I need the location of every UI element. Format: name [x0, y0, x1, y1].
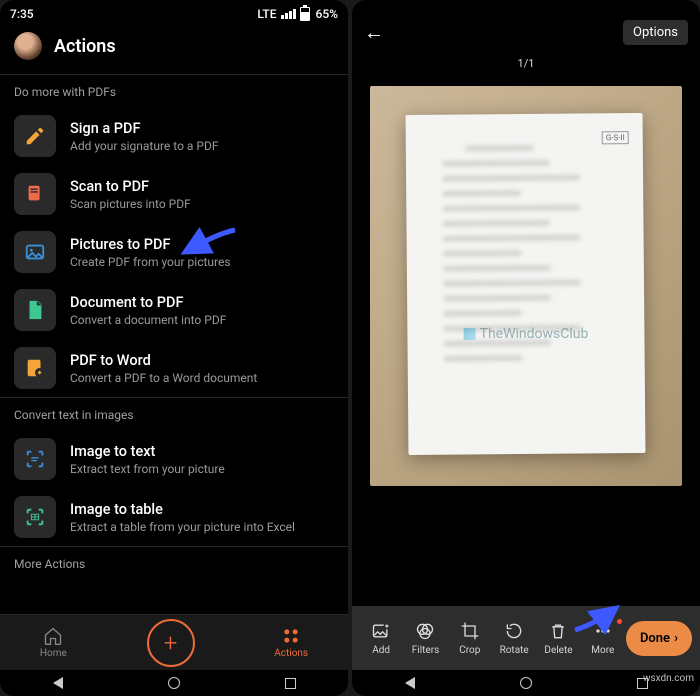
pdfword-icon [14, 347, 56, 389]
row-scan-pdf[interactable]: Scan to PDF Scan pictures into PDF [0, 165, 348, 223]
section-label-convert: Convert text in images [0, 397, 348, 430]
row-title: PDF to Word [70, 352, 257, 369]
tab-actions-label: Actions [274, 648, 308, 659]
tool-label: Delete [544, 645, 572, 656]
nav-recent-icon[interactable] [285, 678, 296, 689]
done-label: Done [640, 631, 670, 646]
imgtbl-icon [14, 496, 56, 538]
battery-icon [300, 7, 310, 21]
right-phone: ← Options 1/1 G-S-II TheWindowsClub Add … [352, 0, 700, 696]
editor-toolbar: Add Filters Crop Rotate Delete More Done… [352, 606, 700, 670]
actions-icon [281, 626, 301, 646]
tool-label: Filters [412, 645, 440, 656]
tool-label: Rotate [500, 645, 529, 656]
tab-actions[interactable]: Actions [274, 626, 308, 659]
status-right: LTE 65% [257, 7, 338, 21]
status-bar: 7:35 LTE 65% [0, 0, 348, 24]
nav-back-icon[interactable] [53, 677, 63, 689]
imgtxt-icon [14, 438, 56, 480]
right-header: ← Options [352, 10, 700, 49]
scanned-page: G-S-II [406, 113, 646, 455]
status-time: 7:35 [10, 7, 34, 21]
page-counter: 1/1 [352, 57, 700, 70]
row-sign-pdf[interactable]: Sign a PDF Add your signature to a PDF [0, 107, 348, 165]
row-image-table[interactable]: Image to table Extract a table from your … [0, 488, 348, 546]
watermark-icon [464, 328, 476, 340]
site-watermark: wsxdn.com [643, 673, 694, 684]
filters-icon [415, 621, 435, 641]
options-button[interactable]: Options [623, 20, 688, 45]
tool-crop[interactable]: Crop [449, 621, 491, 656]
watermark-text: TheWindowsClub [480, 326, 589, 342]
section-label-more: More Actions [0, 546, 348, 579]
rows-pdfs: Sign a PDF Add your signature to a PDF Sc… [0, 107, 348, 397]
tool-delete[interactable]: Delete [537, 621, 579, 656]
avatar[interactable] [14, 32, 42, 60]
row-sub: Add your signature to a PDF [70, 139, 218, 153]
doc-icon [14, 289, 56, 331]
row-sub: Convert a document into PDF [70, 313, 226, 327]
row-title: Document to PDF [70, 294, 226, 311]
tool-more[interactable]: More [582, 621, 624, 656]
nav-back-icon[interactable] [405, 677, 415, 689]
tool-label: Crop [459, 645, 480, 656]
tab-home[interactable]: Home [40, 626, 67, 659]
left-phone: 7:35 LTE 65% Actions Do more with PDFs S… [0, 0, 348, 696]
tool-label: Add [372, 645, 390, 656]
bottom-tabs: Home + Actions [0, 614, 348, 670]
row-title: Image to text [70, 443, 225, 460]
tool-filters[interactable]: Filters [404, 621, 446, 656]
more-icon [593, 621, 613, 641]
delete-icon [548, 621, 568, 641]
signal-icon [281, 9, 296, 19]
sysnav-left [0, 670, 348, 696]
row-title: Image to table [70, 501, 295, 518]
add-image-icon [371, 621, 391, 641]
page-title: Actions [54, 36, 116, 57]
corner-tag: G-S-II [602, 131, 629, 144]
row-sub: Extract a table from your picture into E… [70, 520, 295, 534]
row-title: Scan to PDF [70, 178, 191, 195]
home-icon [43, 626, 63, 646]
rows-convert: Image to text Extract text from your pict… [0, 430, 348, 546]
preview-area[interactable]: G-S-II [370, 86, 682, 486]
status-bar-right [352, 0, 700, 10]
tool-add[interactable]: Add [360, 621, 402, 656]
header: Actions [0, 24, 348, 74]
row-title: Pictures to PDF [70, 236, 231, 253]
status-battery: 65% [316, 7, 338, 21]
back-icon[interactable]: ← [364, 20, 384, 45]
pen-icon [14, 115, 56, 157]
row-pdf-word[interactable]: PDF to Word Convert a PDF to a Word docum… [0, 339, 348, 397]
image-icon [14, 231, 56, 273]
row-title: Sign a PDF [70, 120, 218, 137]
row-sub: Extract text from your picture [70, 462, 225, 476]
crop-icon [460, 621, 480, 641]
scan-icon [14, 173, 56, 215]
rotate-icon [504, 621, 524, 641]
nav-home-icon[interactable] [520, 677, 532, 689]
fab-add[interactable]: + [147, 619, 195, 667]
row-document-pdf[interactable]: Document to PDF Convert a document into P… [0, 281, 348, 339]
nav-home-icon[interactable] [168, 677, 180, 689]
section-label-pdfs: Do more with PDFs [0, 74, 348, 107]
done-button[interactable]: Done › [626, 621, 692, 656]
status-net: LTE [257, 7, 276, 21]
tab-home-label: Home [40, 648, 67, 659]
row-sub: Create PDF from your pictures [70, 255, 231, 269]
row-image-text[interactable]: Image to text Extract text from your pict… [0, 430, 348, 488]
row-pictures-pdf[interactable]: Pictures to PDF Create PDF from your pict… [0, 223, 348, 281]
tool-label: More [591, 645, 614, 656]
tool-rotate[interactable]: Rotate [493, 621, 535, 656]
watermark: TheWindowsClub [464, 326, 589, 342]
chevron-right-icon: › [674, 631, 678, 646]
row-sub: Convert a PDF to a Word document [70, 371, 257, 385]
row-sub: Scan pictures into PDF [70, 197, 191, 211]
